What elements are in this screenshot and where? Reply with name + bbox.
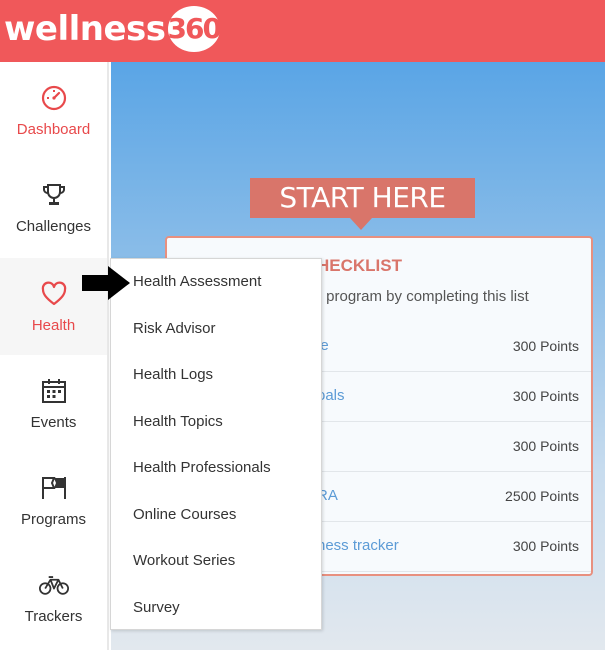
trophy-icon	[39, 180, 69, 210]
calendar-icon	[39, 376, 69, 406]
sidebar-item-label: Trackers	[24, 608, 83, 625]
logo-text: wellness	[4, 9, 166, 49]
sidebar-item-challenges[interactable]: Challenges	[0, 159, 107, 256]
menu-item-online-courses[interactable]: Online Courses	[133, 506, 236, 523]
checklist-title: HECKLIST	[317, 256, 402, 275]
checklist-item-points: 300 Points	[512, 338, 579, 354]
sidebar-item-programs[interactable]: Programs	[0, 452, 107, 549]
sidebar-item-label: Health	[31, 317, 76, 334]
menu-item-survey[interactable]: Survey	[133, 599, 180, 616]
menu-item-workout-series[interactable]: Workout Series	[133, 552, 235, 569]
menu-item-health-topics[interactable]: Health Topics	[133, 413, 223, 430]
checklist-item-points: 300 Points	[512, 538, 579, 554]
wellness360-logo[interactable]: wellness 360	[4, 4, 222, 54]
sidebar-item-label: Events	[30, 414, 77, 431]
sidebar-item-label: Programs	[20, 511, 87, 528]
sidebar-item-dashboard[interactable]: Dashboard	[0, 62, 107, 159]
heart-icon	[39, 279, 69, 309]
banner-pointer	[350, 218, 372, 230]
flags-icon	[39, 473, 69, 503]
sidebar-item-events[interactable]: Events	[0, 355, 107, 452]
speedometer-icon	[39, 83, 69, 113]
menu-item-health-assessment[interactable]: Health Assessment	[133, 273, 261, 290]
menu-item-risk-advisor[interactable]: Risk Advisor	[133, 320, 216, 337]
top-header-bar: wellness 360	[0, 0, 605, 62]
menu-item-health-logs[interactable]: Health Logs	[133, 366, 213, 383]
start-here-banner: START HERE	[250, 178, 475, 218]
sidebar-item-label: Challenges	[15, 218, 92, 235]
pointer-arrow-icon	[82, 266, 132, 305]
checklist-item-link[interactable]: ness tracker	[317, 537, 399, 554]
menu-item-health-professionals[interactable]: Health Professionals	[133, 459, 271, 476]
sidebar-item-label: Dashboard	[16, 121, 91, 138]
logo-number: 360	[167, 6, 222, 52]
bicycle-icon	[38, 570, 69, 600]
sidebar-nav: Dashboard Challenges Health Events Progr…	[0, 62, 109, 650]
checklist-subtitle: r program by completing this list	[317, 288, 529, 305]
checklist-item-points: 2500 Points	[505, 488, 579, 504]
checklist-item-points: 300 Points	[512, 438, 579, 454]
checklist-item-points: 300 Points	[512, 388, 579, 404]
health-dropdown-menu: Health Assessment Risk Advisor Health Lo…	[110, 258, 322, 630]
sidebar-item-trackers[interactable]: Trackers	[0, 549, 107, 646]
